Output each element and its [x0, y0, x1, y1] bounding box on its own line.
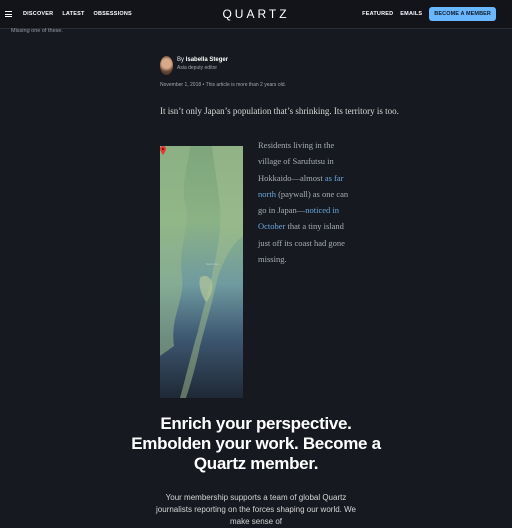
map-pin-icon [160, 146, 166, 155]
top-nav-bar: DISCOVER LATEST OBSESSIONS QUARTZ FEATUR… [0, 0, 512, 29]
nav-right: FEATURED EMAILS BECOME A MEMBER [362, 0, 496, 28]
nav-emails[interactable]: EMAILS [400, 11, 422, 17]
author-avatar[interactable] [160, 56, 173, 75]
membership-headline: Enrich your perspective. Embolden your w… [131, 414, 381, 473]
byline-prefix: By [177, 57, 185, 63]
map-coastline [160, 146, 243, 398]
nav-featured[interactable]: FEATURED [362, 11, 393, 17]
article-paragraph: Residents living in the village of Saruf… [258, 137, 358, 267]
dateline: November 1, 2018 • This article is more … [160, 82, 286, 88]
map-place-label: Sarufutsu [206, 262, 219, 266]
author-line: By Isabella Steger [177, 57, 228, 63]
article-lede: It isn’t only Japan’s population that’s … [160, 106, 399, 116]
author-block: By Isabella Steger Asia deputy editor [177, 57, 228, 71]
author-title: Asia deputy editor [177, 65, 218, 71]
cropped-text: Missing one of these. [11, 28, 63, 34]
byline: By Isabella Steger Asia deputy editor [160, 56, 228, 75]
membership-subtext: Your membership supports a team of globa… [156, 493, 356, 526]
para-text-1: Residents living in the village of Saruf… [258, 140, 335, 183]
author-name[interactable]: Isabella Steger [186, 57, 228, 63]
hokkaido-map-image: Sarufutsu [160, 146, 243, 398]
become-member-button[interactable]: BECOME A MEMBER [429, 7, 496, 21]
